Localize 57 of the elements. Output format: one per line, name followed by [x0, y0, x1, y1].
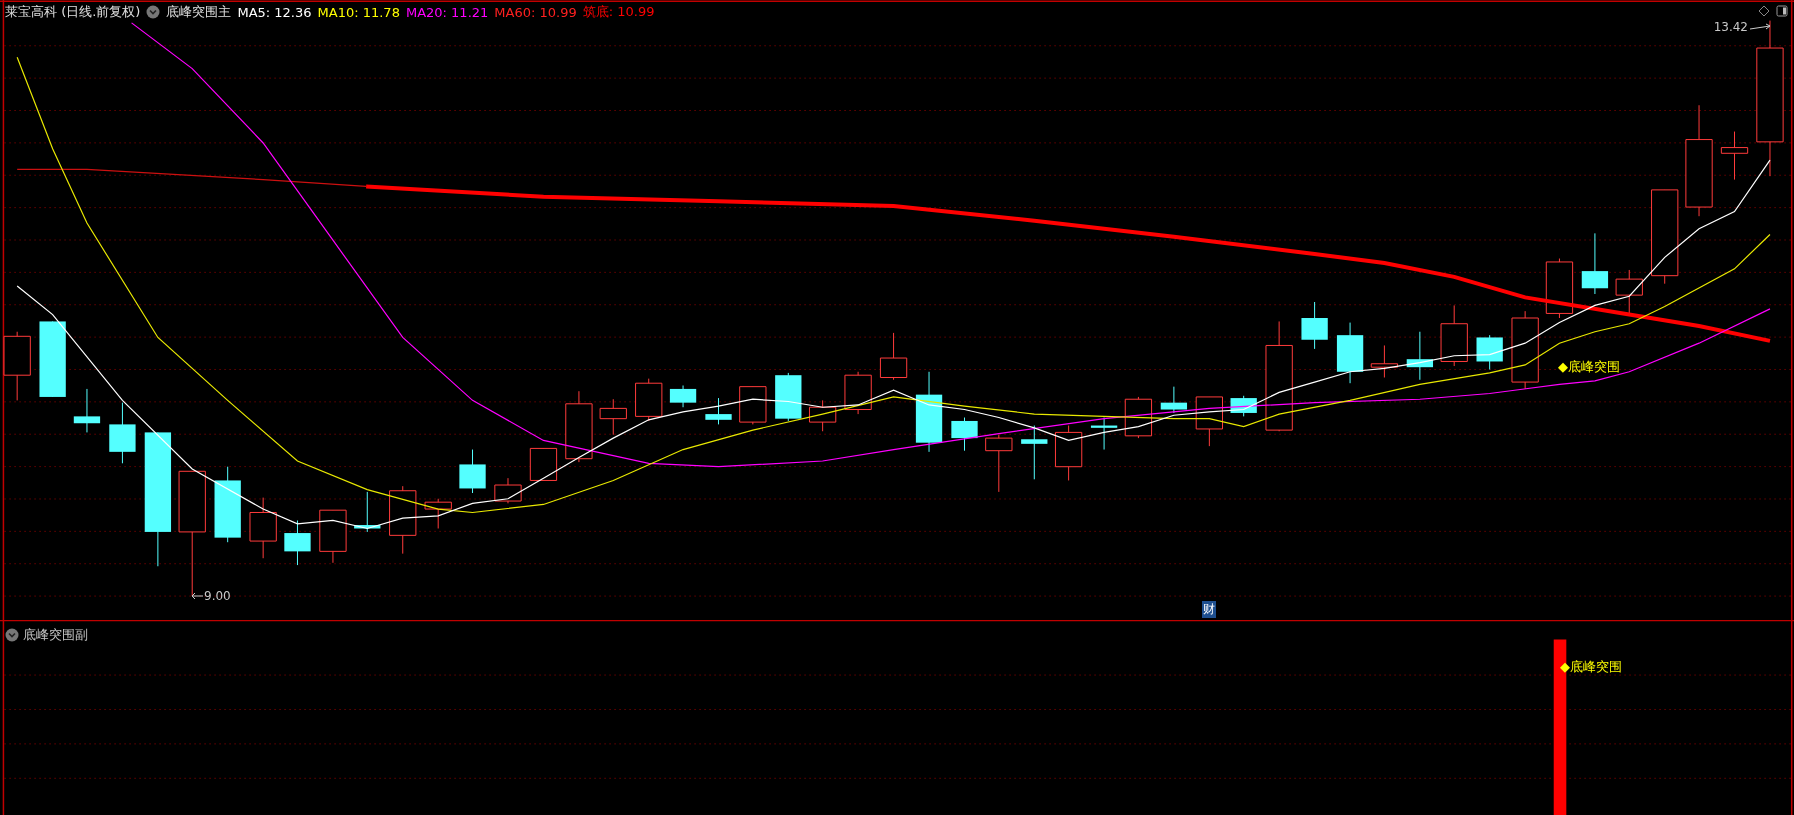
candlestick	[1370, 344, 1399, 378]
candlestick	[354, 491, 381, 533]
candlestick	[73, 388, 101, 433]
candlestick	[389, 485, 417, 555]
candlestick	[249, 497, 277, 559]
signal-label: ◆底峰突围	[1558, 358, 1620, 376]
stock-title: 莱宝高科 (日线.前复权)	[5, 3, 141, 21]
candlestick	[494, 477, 522, 504]
candlestick	[1581, 232, 1609, 295]
candlestick	[284, 520, 311, 566]
candlestick	[1440, 304, 1468, 367]
dropdown-icon[interactable]	[146, 5, 161, 19]
candlestick	[1476, 334, 1503, 370]
indicator-name[interactable]: 底峰突围主	[166, 3, 232, 21]
high-price-label: 13.42	[1713, 20, 1748, 34]
candlestick	[775, 372, 802, 422]
indicator-value: MA5: 12.36	[237, 4, 312, 20]
finance-badge[interactable]: 财	[1202, 601, 1216, 618]
indicator-value: MA20: 11.21	[405, 4, 489, 20]
candlestick	[109, 402, 136, 464]
candlestick	[1301, 301, 1328, 350]
indicator-value: 筑底: 10.99	[582, 3, 655, 21]
indicator-value: MA60: 10.99	[494, 4, 577, 20]
indicator-name[interactable]: 底峰突围副	[23, 626, 88, 644]
candlestick	[1230, 395, 1257, 417]
candlestick	[985, 434, 1013, 493]
candlestick	[705, 397, 732, 425]
candlestick	[599, 398, 627, 436]
candlestick	[1160, 386, 1188, 414]
candlestick	[879, 332, 908, 381]
arrow-icon	[191, 592, 203, 600]
candlestick	[1545, 258, 1574, 319]
panel-toggle-icon[interactable]	[1776, 5, 1788, 17]
candlestick	[1195, 396, 1223, 447]
dropdown-icon[interactable]	[5, 628, 19, 642]
candlestick	[1720, 131, 1749, 181]
candlestick	[635, 378, 663, 422]
candlestick	[1054, 425, 1083, 481]
candlestick	[739, 386, 767, 425]
candlestick	[529, 447, 558, 481]
candlestick	[424, 498, 452, 529]
diamond-icon[interactable]	[1758, 5, 1770, 17]
candlestick	[808, 399, 837, 432]
candlestick	[669, 385, 697, 408]
arrow-icon	[1750, 23, 1772, 31]
candlestick	[1336, 322, 1364, 384]
candlestick	[1090, 417, 1118, 451]
candlestick	[319, 509, 347, 564]
indicator-value: MA10: 11.78	[317, 4, 400, 20]
low-price-label: 9.00	[204, 589, 231, 603]
candlestick	[951, 417, 978, 452]
candlestick	[844, 371, 872, 415]
candlestick	[1406, 331, 1434, 381]
candlestick	[1021, 425, 1048, 480]
candlestick	[1615, 269, 1643, 316]
candlestick	[3, 331, 31, 401]
candlestick	[459, 449, 486, 494]
